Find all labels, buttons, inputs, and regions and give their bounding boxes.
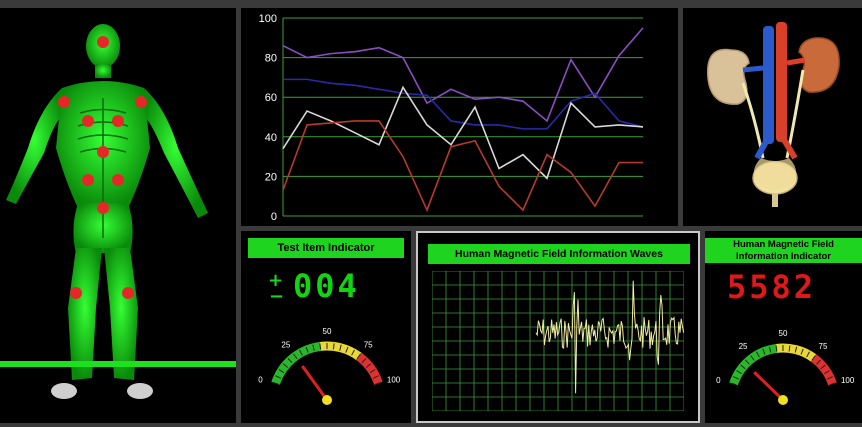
gauge-label: 100 bbox=[841, 376, 855, 385]
gauge-band bbox=[319, 341, 362, 361]
y-tick-label: 60 bbox=[265, 92, 277, 104]
magnetic-field-indicator-panel: Human Magnetic Field Information Indicat… bbox=[705, 231, 862, 423]
acupoint-marker[interactable] bbox=[70, 287, 82, 299]
gauge-label: 75 bbox=[364, 340, 373, 349]
gauge-label: 0 bbox=[716, 376, 721, 385]
gauge-label: 0 bbox=[258, 375, 263, 384]
acupoint-marker[interactable] bbox=[97, 146, 109, 158]
y-tick-label: 20 bbox=[265, 171, 277, 183]
magnetic-title-line2: Information Indicator bbox=[736, 251, 831, 262]
magnetic-wave-panel: Human Magnetic Field Information Waves bbox=[416, 231, 700, 423]
kidney-bladder-illustration bbox=[706, 22, 840, 207]
y-tick-label: 100 bbox=[259, 13, 277, 25]
kidney-diagram-panel bbox=[683, 8, 862, 226]
magnetic-indicator-title: Human Magnetic Field Information Indicat… bbox=[705, 238, 862, 263]
acupoint-marker[interactable] bbox=[97, 202, 109, 214]
y-tick-label: 40 bbox=[265, 132, 277, 144]
acupoint-marker[interactable] bbox=[82, 115, 94, 127]
test-item-indicator-panel: Test Item Indicator + − 004 0 25 50 75 100 bbox=[241, 231, 411, 423]
gauge-label: 100 bbox=[387, 375, 401, 384]
gauge-label: 25 bbox=[739, 342, 748, 351]
magnetic-gauge: 0 25 50 75 100 bbox=[716, 329, 855, 405]
gauge-band bbox=[271, 341, 321, 385]
gauge-band bbox=[355, 352, 383, 385]
body-scan-panel bbox=[0, 8, 236, 423]
gauge-label: 50 bbox=[779, 329, 788, 338]
chart-series-line bbox=[282, 85, 644, 180]
test-item-display: 004 bbox=[293, 267, 360, 305]
y-tick-label: 0 bbox=[271, 211, 277, 223]
acupoint-marker[interactable] bbox=[135, 96, 147, 108]
gauge-needle bbox=[753, 371, 785, 402]
gauge-pivot bbox=[322, 395, 332, 405]
gauge-pivot bbox=[778, 395, 788, 405]
line-chart-panel: 0 20 40 60 80 100 bbox=[241, 8, 678, 226]
chart-series-line bbox=[282, 27, 644, 123]
wave-graph bbox=[432, 271, 684, 411]
acupoint-marker[interactable] bbox=[97, 36, 109, 48]
chart-series-line bbox=[282, 120, 643, 213]
human-body-figure bbox=[0, 24, 236, 399]
acupoint-marker[interactable] bbox=[58, 96, 70, 108]
acupoint-marker[interactable] bbox=[122, 287, 134, 299]
test-item-title: Test Item Indicator bbox=[248, 238, 404, 258]
acupoint-marker[interactable] bbox=[112, 174, 124, 186]
gauge-label: 25 bbox=[281, 340, 290, 349]
gauge-label: 50 bbox=[323, 327, 332, 336]
magnetic-value-display: 5582 bbox=[727, 268, 817, 306]
line-chart: 0 20 40 60 80 100 bbox=[259, 13, 644, 223]
test-item-gauge: 0 25 50 75 100 bbox=[258, 327, 401, 405]
acupoint-marker[interactable] bbox=[112, 115, 124, 127]
magnetic-title-line1: Human Magnetic Field bbox=[733, 239, 834, 250]
y-tick-label: 80 bbox=[265, 53, 277, 65]
gauge-band bbox=[775, 343, 817, 362]
acupoint-marker[interactable] bbox=[82, 174, 94, 186]
gauge-label: 75 bbox=[819, 342, 828, 351]
gauge-needle bbox=[301, 365, 329, 401]
wave-panel-title: Human Magnetic Field Information Waves bbox=[428, 244, 690, 264]
gauge-band bbox=[729, 343, 778, 386]
